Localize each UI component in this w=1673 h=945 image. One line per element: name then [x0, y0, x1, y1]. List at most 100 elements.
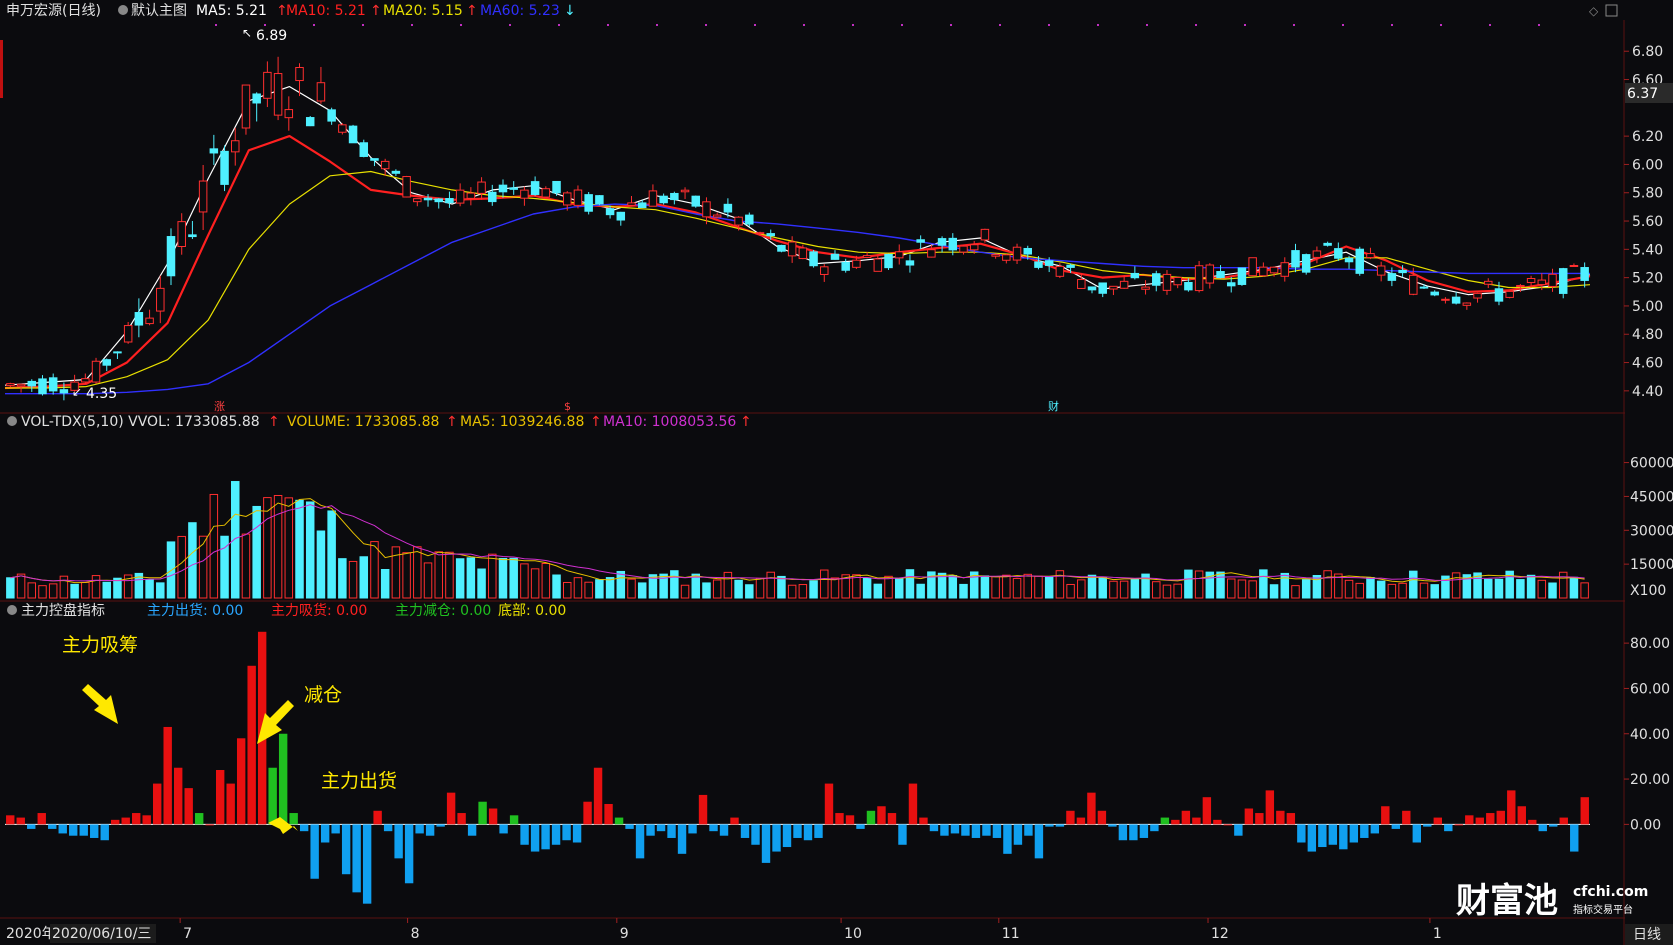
volume-bar — [1430, 584, 1439, 599]
candle-body — [1558, 268, 1568, 294]
price-tick-label: 5.40 — [1632, 242, 1663, 258]
candle-body — [1376, 265, 1386, 276]
indicator-bar — [1276, 810, 1285, 825]
candle-body — [1355, 248, 1364, 274]
diamond-icon[interactable]: ◇ — [1589, 4, 1599, 18]
indicator-bar — [289, 813, 298, 825]
indicator-title[interactable]: 主力控盘指标 — [21, 602, 105, 619]
top-dot-marker — [656, 24, 658, 26]
top-dot-marker — [1097, 24, 1099, 26]
candlestick — [616, 211, 626, 226]
candlestick — [445, 191, 454, 208]
candle-body — [177, 221, 186, 248]
price-tick-label: 6.80 — [1632, 44, 1663, 60]
candlestick — [916, 235, 925, 250]
maximize-icon[interactable] — [1605, 4, 1618, 17]
volume-toggle-icon[interactable] — [7, 416, 17, 426]
left-marker — [0, 40, 3, 98]
volume-bar — [445, 551, 454, 599]
indicator-bar — [1570, 824, 1579, 852]
volume-bar — [959, 583, 968, 599]
candle-body — [231, 140, 240, 153]
candle-body — [466, 192, 476, 199]
volume-bar — [595, 579, 604, 599]
main-chart-label[interactable]: 默认主图 — [131, 3, 187, 19]
indicator-bar — [142, 815, 151, 825]
volume-bar — [798, 584, 808, 599]
indicator-bar — [593, 767, 603, 825]
volume-bar — [1409, 570, 1418, 599]
volume-bar — [605, 577, 615, 599]
stock-title[interactable]: 申万宏源(日线) — [6, 3, 101, 19]
candle-body — [723, 203, 733, 213]
indicator-bar — [1255, 813, 1264, 825]
volume-bar — [209, 493, 219, 599]
candlestick — [830, 250, 840, 260]
indicator-bar — [1349, 824, 1359, 843]
indicator-bar — [1076, 817, 1086, 825]
volume-bar — [1194, 570, 1204, 599]
indicator-bar — [688, 824, 697, 834]
candle-body — [477, 181, 486, 194]
top-dot-marker — [411, 24, 413, 26]
candle-body — [16, 383, 26, 387]
candlestick — [231, 127, 240, 166]
candle-body — [541, 188, 551, 198]
indicator-bar — [446, 792, 456, 825]
candle-body — [284, 109, 294, 119]
candle-body — [1409, 274, 1418, 295]
indicator-bar — [1129, 824, 1138, 841]
candle-body — [787, 241, 797, 257]
volume-tick-label: 45000 — [1630, 489, 1673, 505]
volume-bar — [1526, 574, 1536, 599]
annotation-absorb: 主力吸筹 — [62, 634, 138, 656]
candlestick — [509, 181, 518, 195]
indicator-bar — [1381, 806, 1390, 825]
candle-body — [1034, 261, 1043, 268]
candle-body — [1462, 302, 1472, 306]
candlestick — [498, 179, 508, 198]
indicator-bar — [803, 824, 813, 841]
candle-body — [648, 190, 658, 207]
indicator-toggle-icon[interactable] — [7, 605, 17, 615]
candle-body — [1419, 286, 1429, 289]
volume-bar — [1173, 583, 1182, 599]
volume-bar — [830, 577, 840, 599]
volume-bar — [348, 560, 358, 599]
candle-body — [691, 195, 701, 207]
candle-body — [530, 181, 540, 195]
volume-bar — [884, 575, 893, 599]
ma20-arrow: ↑ — [466, 3, 478, 19]
volume-bar — [434, 551, 443, 599]
candlestick — [712, 212, 722, 219]
candle-body — [948, 237, 958, 251]
period-label[interactable]: 日线 — [1633, 927, 1661, 943]
low-price-arrow: ↙ — [72, 385, 82, 399]
candle-body — [884, 253, 893, 269]
candlestick — [177, 213, 186, 255]
candle-body — [1323, 242, 1332, 246]
candle-body — [391, 170, 401, 174]
candle-body — [980, 228, 990, 241]
indicator-bar — [1055, 824, 1065, 827]
indicator-bar — [194, 813, 204, 825]
volume-bar — [787, 584, 797, 599]
volume-title[interactable]: VOL-TDX(5,10) VVOL: 1733085.88 — [21, 414, 260, 430]
candle-body — [573, 189, 583, 206]
candle-body — [6, 383, 15, 386]
volume-bar — [1269, 584, 1279, 599]
indicator-bar — [1318, 824, 1327, 848]
indicator-tick-label: 20.00 — [1630, 772, 1670, 788]
volume-bar — [991, 576, 1000, 599]
candle-body — [295, 67, 304, 82]
ma10-arrow: ↑ — [370, 3, 382, 19]
ma10-readout: MA10: 5.21 — [286, 3, 366, 19]
indicator-tick-label: 60.00 — [1630, 681, 1670, 697]
candle-body — [905, 260, 915, 266]
candle-body — [1194, 265, 1204, 292]
candle-body — [1098, 282, 1107, 294]
indicator-bar — [48, 824, 57, 829]
top-dot-marker — [460, 24, 462, 26]
main-chart-toggle-icon[interactable] — [118, 5, 128, 15]
indicator-bar — [1360, 824, 1369, 838]
